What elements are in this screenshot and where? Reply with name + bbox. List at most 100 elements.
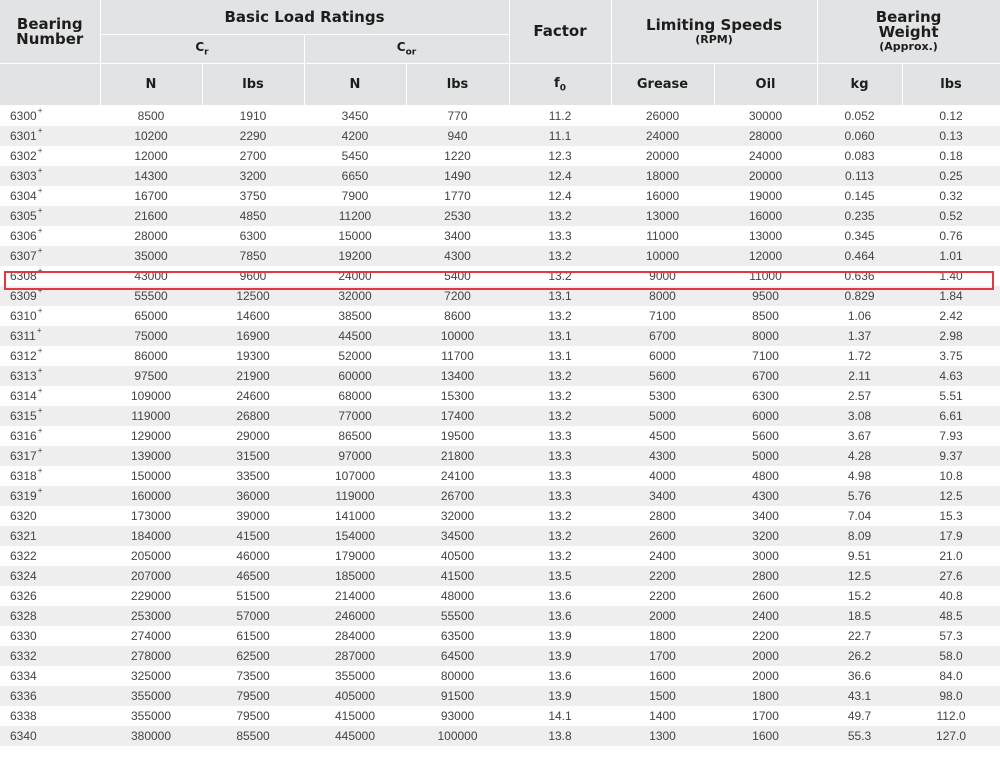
oil-cell: 9500 [714, 286, 818, 306]
shield-marker: + [37, 306, 43, 315]
bearing-number-cell: 6336 [0, 686, 100, 706]
cor-lbs-cell: 91500 [406, 686, 510, 706]
kg-cell: 3.08 [817, 406, 903, 426]
cr-n-cell: 8500 [100, 105, 202, 126]
bearing-number-header: Bearing Number [0, 0, 101, 64]
cr-lbs-cell: 73500 [202, 666, 304, 686]
table-row: 6338 355000 79500 415000 93000 14.1 1400 1700 49… [0, 706, 1000, 726]
cor-lbs-cell: 3400 [406, 226, 510, 246]
cor-lbs-cell: 17400 [406, 406, 510, 426]
lbs-cell: 58.0 [902, 646, 1000, 666]
kg-cell: 0.235 [817, 206, 903, 226]
cr-n-cell: 355000 [100, 706, 202, 726]
grease-cell: 3400 [611, 486, 715, 506]
grease-cell: 2200 [611, 586, 715, 606]
bearing-number-cell: 6320 [0, 506, 100, 526]
lbs-cell: 9.37 [902, 446, 1000, 466]
kg-cell: 0.083 [817, 146, 903, 166]
grease-cell: 2600 [611, 526, 715, 546]
lbs-cell: 98.0 [902, 686, 1000, 706]
bearing-number: 6304 [10, 189, 37, 203]
shield-marker: + [37, 486, 43, 495]
grease-cell: 1400 [611, 706, 715, 726]
bearing-number: 6302 [10, 149, 37, 163]
table-row: 6304+ 16700 3750 7900 1770 12.4 16000 19000 0.14… [0, 186, 1000, 206]
cor-n-cell: 38500 [304, 306, 406, 326]
table-row: 6301+ 10200 2290 4200 940 11.1 24000 28000 0.060… [0, 126, 1000, 146]
grease-cell: 26000 [611, 105, 715, 126]
cor-n-cell: 5450 [304, 146, 406, 166]
table-row: 6322 205000 46000 179000 40500 13.2 2400 3000 9.… [0, 546, 1000, 566]
f0-cell: 13.2 [509, 246, 612, 266]
cr-n-cell: 21600 [100, 206, 202, 226]
bearing-number: 6324 [10, 569, 37, 583]
cr-lbs-cell: 57000 [202, 606, 304, 626]
cor-n-cell: 355000 [304, 666, 406, 686]
cr-lbs-cell: 12500 [202, 286, 304, 306]
bearing-number: 6318 [10, 469, 37, 483]
bearing-number-cell: 6318+ [0, 466, 100, 486]
grease-cell: 13000 [611, 206, 715, 226]
oil-cell: 2200 [714, 626, 818, 646]
cr-lbs-cell: 2290 [202, 126, 304, 146]
cor-lbs-cell: 1490 [406, 166, 510, 186]
lbs-cell: 40.8 [902, 586, 1000, 606]
lbs-cell: 0.25 [902, 166, 1000, 186]
kg-cell: 0.345 [817, 226, 903, 246]
bearing-number: 6326 [10, 589, 37, 603]
kg-cell: 1.06 [817, 306, 903, 326]
cr-lbs-cell: 2700 [202, 146, 304, 166]
lbs-cell: 27.6 [902, 566, 1000, 586]
kg-cell: 15.2 [817, 586, 903, 606]
grease-cell: 5000 [611, 406, 715, 426]
bearing-number-cell: 6303+ [0, 166, 100, 186]
shield-marker: + [37, 206, 43, 215]
lbs-cell: 0.76 [902, 226, 1000, 246]
f0-cell: 11.2 [509, 105, 612, 126]
oil-cell: 2000 [714, 666, 818, 686]
cr-lbs-cell: 62500 [202, 646, 304, 666]
f0-cell: 13.2 [509, 386, 612, 406]
table-row: 6300+ 8500 1910 3450 770 11.2 26000 30000 0.052 0… [0, 105, 1000, 126]
cr-lbs-cell: 26800 [202, 406, 304, 426]
bearing-number: 6303 [10, 169, 37, 183]
grease-cell: 1700 [611, 646, 715, 666]
cor-n-cell: 107000 [304, 466, 406, 486]
kg-cell: 18.5 [817, 606, 903, 626]
kg-cell: 0.829 [817, 286, 903, 306]
grease-cell: 4300 [611, 446, 715, 466]
table-row: 6302+ 12000 2700 5450 1220 12.3 20000 24000 0.08… [0, 146, 1000, 166]
bearing-number: 6322 [10, 549, 37, 563]
bearing-weight-title: Bearing Weight [875, 8, 942, 41]
oil-cell: 2400 [714, 606, 818, 626]
factor-header: Factor [509, 0, 612, 64]
cr-lbs-cell: 79500 [202, 706, 304, 726]
f0-cell: 13.3 [509, 466, 612, 486]
shield-marker: + [37, 186, 43, 195]
bearing-number: 6314 [10, 389, 37, 403]
lbs-cell: 10.8 [902, 466, 1000, 486]
cr-lbs-cell: 46000 [202, 546, 304, 566]
cor-n-cell: 4200 [304, 126, 406, 146]
cr-lbs-cell: 85500 [202, 726, 304, 746]
bearing-number-cell: 6322 [0, 546, 100, 566]
oil-cell: 6000 [714, 406, 818, 426]
bearing-number: 6334 [10, 669, 37, 683]
lbs-cell: 112.0 [902, 706, 1000, 726]
table-row: 6320 173000 39000 141000 32000 13.2 2800 3400 7.… [0, 506, 1000, 526]
grease-cell: 9000 [611, 266, 715, 286]
cor-lbs-cell: 10000 [406, 326, 510, 346]
cor-lbs-cell: 7200 [406, 286, 510, 306]
f0-unit: f0 [509, 63, 612, 106]
cor-n-cell: 15000 [304, 226, 406, 246]
cor-lbs-cell: 2530 [406, 206, 510, 226]
bearing-number: 6305 [10, 209, 37, 223]
cr-n-cell: 97500 [100, 366, 202, 386]
shield-marker: + [37, 146, 43, 155]
cor-lbs-cell: 34500 [406, 526, 510, 546]
lbs-cell: 57.3 [902, 626, 1000, 646]
cor-lbs-cell: 770 [406, 105, 510, 126]
lbs-cell: 5.51 [902, 386, 1000, 406]
cor-n-cell: 119000 [304, 486, 406, 506]
kg-cell: 0.052 [817, 105, 903, 126]
